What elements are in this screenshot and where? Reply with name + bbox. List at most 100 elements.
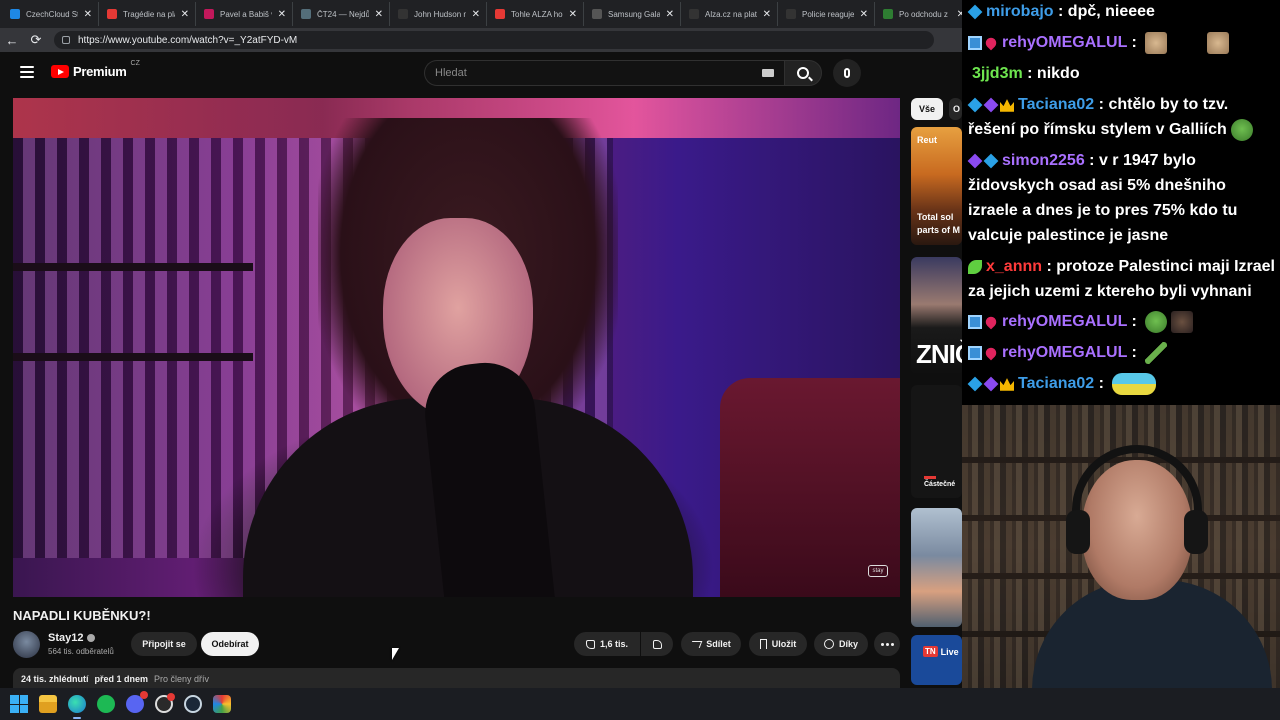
channel-watermark[interactable]: stay xyxy=(868,565,888,577)
chat-username[interactable]: rehyOMEGALUL xyxy=(1002,344,1127,361)
chat-username[interactable]: simon2256 xyxy=(1002,152,1085,169)
browser-tab[interactable]: Samsung Galax ✕ xyxy=(586,2,681,26)
obs-icon[interactable] xyxy=(155,693,175,713)
share-icon xyxy=(689,640,703,648)
recommended-thumbnail[interactable]: Reut Total sol parts of M xyxy=(911,127,962,245)
close-icon[interactable]: ✕ xyxy=(375,9,383,20)
like-button[interactable]: 1,6 tis. xyxy=(574,632,640,656)
edge-icon[interactable] xyxy=(68,695,86,719)
chat-username[interactable]: Taciana02 xyxy=(1018,375,1094,392)
tab-label: Tragédie na pla xyxy=(123,9,175,19)
search-icon xyxy=(797,67,809,79)
notification-badge xyxy=(167,693,175,701)
youtube-logo[interactable]: Premium CZ xyxy=(51,60,140,79)
video-player[interactable]: stay xyxy=(13,98,900,597)
chat-text: nikdo xyxy=(1036,65,1080,82)
close-icon[interactable]: ✕ xyxy=(84,9,92,20)
description-box[interactable]: 24 tis. zhlédnutí před 1 dnem Pro členy … xyxy=(13,668,900,688)
browser-tab[interactable]: Tragédie na pla ✕ xyxy=(101,2,196,26)
join-label: Připojit se xyxy=(142,639,186,649)
chip-all[interactable]: Vše xyxy=(911,98,944,120)
sub-badge-icon xyxy=(967,153,983,169)
close-icon[interactable]: ✕ xyxy=(763,9,771,20)
chat-username[interactable]: x_annn xyxy=(986,258,1042,275)
chat-username[interactable]: rehyOMEGALUL xyxy=(1002,34,1127,51)
browser-tab[interactable]: Tohle ALZA ho ✕ xyxy=(489,2,584,26)
browser-tab[interactable]: ČT24 — Nejdů ✕ xyxy=(295,2,390,26)
favicon-icon xyxy=(592,9,602,19)
gift-badge-icon xyxy=(983,376,999,392)
spotify-icon[interactable] xyxy=(97,695,115,713)
search-button[interactable] xyxy=(784,60,822,86)
recommended-thumbnail[interactable]: Částečné xyxy=(911,385,962,498)
gift-badge-icon xyxy=(983,97,999,113)
close-icon[interactable]: ✕ xyxy=(569,9,577,20)
browser-tab[interactable]: Policie reaguje ✕ xyxy=(780,2,875,26)
discord-icon[interactable] xyxy=(126,691,148,713)
tab-label: Po odchodu z xyxy=(899,9,948,19)
recommended-thumbnail[interactable]: ZNIČ xyxy=(911,257,962,375)
thumbnail-caption: Částečné xyxy=(924,481,956,488)
site-info-icon[interactable] xyxy=(62,36,70,44)
favicon-icon xyxy=(883,9,893,19)
chat-username[interactable]: 3jjd3m xyxy=(972,65,1023,82)
sub-badge-icon xyxy=(967,97,983,113)
recommended-thumbnail[interactable]: TN Live xyxy=(911,635,962,685)
back-button[interactable]: ← xyxy=(0,28,24,52)
close-icon[interactable]: ✕ xyxy=(472,9,480,20)
car-emote-icon xyxy=(1112,372,1157,395)
tab-label: ČT24 — Nejdů xyxy=(317,9,369,19)
channel-avatar[interactable] xyxy=(13,631,40,658)
chip-from-channel[interactable]: O xyxy=(949,98,962,120)
hamburger-menu-icon[interactable] xyxy=(20,66,34,78)
close-icon[interactable]: ✕ xyxy=(666,9,674,20)
channel-name[interactable]: Stay12 xyxy=(48,632,96,644)
url-field[interactable]: https://www.youtube.com/watch?v=_Y2atFYD… xyxy=(54,31,934,49)
chat-separator: : xyxy=(1046,258,1052,275)
sub-badge-icon xyxy=(967,376,983,392)
prime-badge-icon xyxy=(968,35,982,50)
close-icon[interactable]: ✕ xyxy=(181,9,189,20)
pepe-emote-icon xyxy=(1145,310,1168,333)
close-icon[interactable]: ✕ xyxy=(860,9,868,20)
chat-badges xyxy=(967,376,1014,392)
keyboard-icon[interactable] xyxy=(762,69,774,77)
join-button[interactable]: Připojit se xyxy=(131,632,197,656)
thanks-button[interactable]: Díky xyxy=(814,632,868,656)
tab-label: Pavel a Babiš v xyxy=(220,9,272,19)
chat-username[interactable]: rehyOMEGALUL xyxy=(1002,313,1127,330)
browser-tab[interactable]: Alza.cz na platf ✕ xyxy=(683,2,778,26)
voice-search-button[interactable] xyxy=(833,59,861,87)
mouse-cursor-icon xyxy=(392,648,399,660)
chat-message: rehyOMEGALUL : xyxy=(968,30,1278,55)
headphone-earcup xyxy=(1184,510,1208,554)
dislike-button[interactable] xyxy=(641,632,673,656)
colorful-app-icon[interactable] xyxy=(213,695,231,713)
more-actions-button[interactable] xyxy=(874,632,900,656)
close-icon[interactable]: ✕ xyxy=(278,9,286,20)
subscribe-button[interactable]: Odebírat xyxy=(201,632,259,656)
browser-tab[interactable]: Po odchodu z✕ xyxy=(877,2,962,26)
subscribe-label: Odebírat xyxy=(211,639,249,649)
favicon-icon xyxy=(689,9,699,19)
chat-username[interactable]: mirobajo xyxy=(986,3,1054,20)
video-frame-shelf xyxy=(13,353,253,361)
windows-icon[interactable] xyxy=(10,695,28,713)
favicon-icon xyxy=(495,9,505,19)
share-button[interactable]: Sdílet xyxy=(681,632,741,656)
chat-separator: : xyxy=(1131,34,1137,51)
browser-tab[interactable]: John Hudson n ✕ xyxy=(392,2,487,26)
save-button[interactable]: Uložit xyxy=(749,632,807,656)
chat-username[interactable]: Taciana02 xyxy=(1018,96,1094,113)
search-input[interactable]: Hledat xyxy=(424,60,784,86)
browser-tab[interactable]: Pavel a Babiš v ✕ xyxy=(198,2,293,26)
url-text: https://www.youtube.com/watch?v=_Y2atFYD… xyxy=(78,34,298,46)
reload-button[interactable]: ⟳ xyxy=(24,28,48,52)
chat-separator: : xyxy=(1089,152,1095,169)
recommended-thumbnail[interactable] xyxy=(911,508,962,627)
browser-tab[interactable]: CzechCloud St ✕ xyxy=(4,2,99,26)
tab-label: Policie reaguje xyxy=(802,9,854,19)
file-explorer-icon[interactable] xyxy=(39,695,57,713)
steam-icon[interactable] xyxy=(184,695,202,713)
thumbnail-caption-line: parts of M xyxy=(917,225,961,235)
